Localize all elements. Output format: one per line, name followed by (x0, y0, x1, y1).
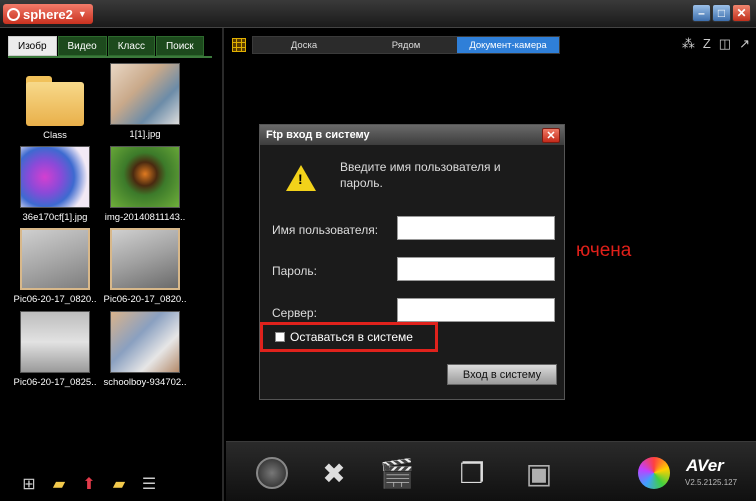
thumbnail (20, 311, 90, 373)
library-item-image[interactable]: Pic06-20-17_0825.. (10, 311, 100, 388)
thumbnail (110, 146, 180, 208)
clapperboard-icon[interactable]: 🎬 (380, 457, 415, 489)
item-caption: img-20140811143.. (104, 212, 186, 223)
thumbnail (110, 311, 180, 373)
upload-arrow-icon[interactable]: ⬆ (80, 476, 98, 494)
tab-images[interactable]: Изобр (8, 36, 57, 56)
tab-underline (8, 56, 212, 58)
tab-document-camera[interactable]: Документ-камера (457, 37, 559, 53)
presentation-icon[interactable]: ▣ (523, 457, 555, 489)
dialog-close-button[interactable]: ✕ (542, 128, 560, 143)
capture-icon[interactable]: ◫ (719, 36, 731, 52)
list-icon[interactable]: ☰ (140, 476, 158, 494)
media-library-panel: Изобр Видео Класс Поиск Class 1[1].jpg 3… (0, 28, 224, 501)
camera-settings-icon[interactable]: ⁂ (682, 36, 695, 52)
app-title: sphere2 (23, 6, 73, 22)
dialog-title: Ftp вход в систему (260, 125, 564, 145)
library-tabs: Изобр Видео Класс Поиск (8, 36, 204, 56)
warning-icon: ! (286, 165, 316, 191)
server-field[interactable] (397, 298, 555, 322)
item-caption: Pic06-20-17_0820.. (13, 294, 97, 305)
minimize-button[interactable]: – (692, 4, 711, 22)
view-toolbar: Доска Рядом Документ-камера ⁂ Z ◫ ↗ (226, 36, 756, 56)
tab-whiteboard[interactable]: Доска (253, 37, 355, 53)
item-caption: Pic06-20-17_0825.. (13, 377, 97, 388)
view-icons: ⁂ Z ◫ ↗ (682, 36, 750, 52)
brand-logo: AVer (686, 456, 724, 475)
title-bar: sphere2 ▼ – □ ✕ (0, 0, 756, 28)
library-item-image[interactable]: Pic06-20-17_0820.. (100, 228, 190, 305)
bottom-toolbar: ✖ 🎬 ❐ ▣ AVer V2.5.2125.127 (226, 441, 756, 501)
library-toolbar: ⊞ ▰ ⬆ ▰ ☰ (0, 468, 224, 501)
tab-search[interactable]: Поиск (155, 36, 204, 56)
dialog-message: Введите имя пользователя и пароль. (340, 160, 501, 190)
library-item-image[interactable]: 1[1].jpg (100, 63, 190, 140)
library-item-image[interactable]: schoolboy-934702.. (100, 311, 190, 388)
capture-frame-icon[interactable]: ❐ (456, 457, 488, 489)
item-caption: Pic06-20-17_0820.. (103, 294, 187, 305)
library-item-image[interactable]: 36e170cf[1].jpg (10, 146, 100, 223)
tab-video[interactable]: Видео (57, 36, 107, 56)
item-caption: schoolboy-934702.. (103, 377, 187, 388)
server-label: Сервер: (272, 306, 317, 320)
color-palette-icon[interactable] (638, 457, 670, 489)
mode-tabs: Доска Рядом Документ-камера (252, 36, 560, 54)
sphere-logo-icon (7, 7, 20, 21)
item-caption: 1[1].jpg (129, 129, 161, 140)
item-caption: Class (43, 130, 67, 141)
tools-icon[interactable]: ✖ (318, 457, 350, 489)
remember-me-label: Оставаться в системе (290, 330, 413, 344)
grid-icon[interactable] (232, 38, 246, 52)
close-button[interactable]: ✕ (732, 4, 751, 22)
thumbnail (110, 228, 180, 290)
remember-me-row[interactable]: Оставаться в системе (260, 322, 438, 352)
thumbnail (20, 228, 90, 290)
item-caption: 36e170cf[1].jpg (22, 212, 88, 223)
thumbnail (110, 63, 180, 125)
new-folder-icon[interactable]: ▰ (50, 476, 68, 494)
username-label: Имя пользователя: (272, 223, 379, 237)
version-label: V2.5.2125.127 (685, 478, 738, 487)
ftp-login-dialog: Ftp вход в систему ✕ ! Введите имя польз… (259, 124, 565, 400)
layout-icon[interactable]: ⊞ (20, 476, 38, 494)
login-button[interactable]: Вход в систему (447, 364, 557, 385)
library-item-image[interactable]: Pic06-20-17_0820.. (10, 228, 100, 305)
maximize-button[interactable]: □ (712, 4, 731, 22)
zoom-icon[interactable]: Z (703, 36, 711, 52)
status-text: ючена (576, 240, 632, 261)
username-field[interactable] (397, 216, 555, 240)
record-icon[interactable] (256, 457, 288, 489)
tab-class[interactable]: Класс (107, 36, 155, 56)
app-menu-button[interactable]: sphere2 ▼ (3, 4, 93, 24)
tab-side-by-side[interactable]: Рядом (355, 37, 457, 53)
remember-me-checkbox[interactable] (275, 332, 285, 342)
popout-icon[interactable]: ↗ (739, 36, 750, 52)
library-item-image[interactable]: img-20140811143.. (100, 146, 190, 223)
thumbnail (20, 146, 90, 208)
chevron-down-icon: ▼ (77, 9, 87, 19)
folder-icon (22, 70, 88, 126)
library-item-folder[interactable]: Class (10, 70, 100, 141)
password-field[interactable] (397, 257, 555, 281)
import-folder-icon[interactable]: ▰ (110, 476, 128, 494)
password-label: Пароль: (272, 264, 317, 278)
